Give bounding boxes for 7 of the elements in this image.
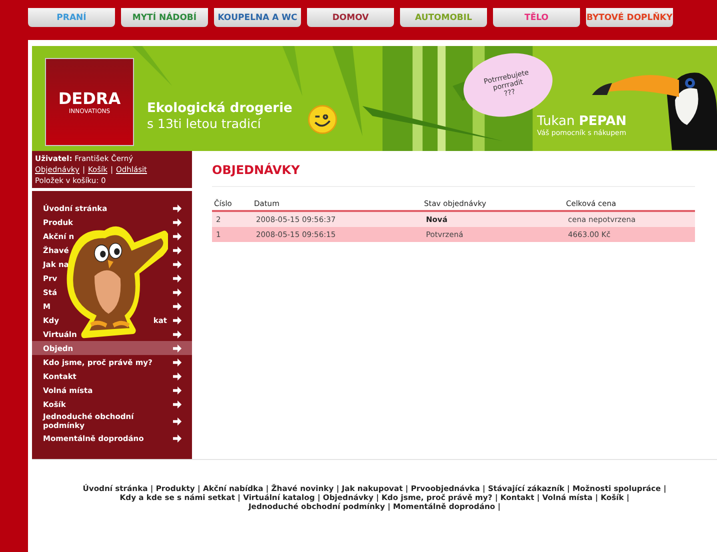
- category-tab[interactable]: KOUPELNA A WC: [214, 8, 301, 27]
- logo-text: DEDRA: [58, 89, 121, 108]
- tagline-subtitle: s 13ti letou tradicí: [147, 116, 262, 131]
- category-tab[interactable]: DOMOV: [307, 8, 394, 27]
- tagline: Ekologická drogerie: [147, 101, 292, 116]
- page-title: OBJEDNÁVKY: [212, 163, 695, 187]
- smiley-icon: [308, 105, 337, 134]
